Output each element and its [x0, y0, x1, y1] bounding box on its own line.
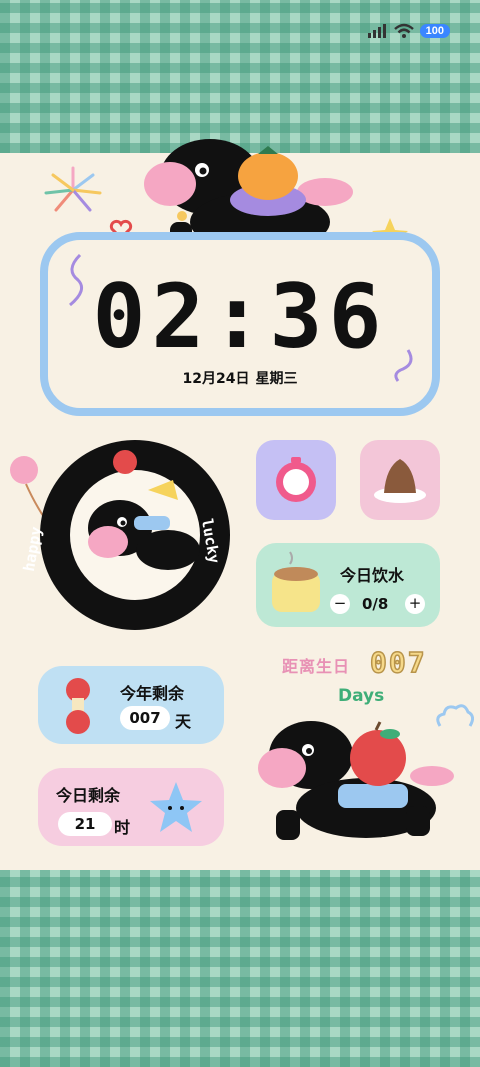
clock-hours: 02 — [92, 265, 211, 368]
signal-bars-icon — [367, 24, 388, 38]
clock-date: 12月24日 星期三 — [0, 368, 480, 388]
plaid-background-bottom — [0, 870, 480, 1067]
year-remaining-title: 今年剩余 — [120, 684, 185, 703]
timer-icon — [276, 457, 316, 502]
status-bar: 100 — [367, 23, 450, 38]
smiling-star-icon — [150, 782, 202, 832]
clock-weekday: 星期三 — [255, 371, 298, 387]
battery-level: 100 — [419, 24, 450, 38]
clock-minutes: 36 — [269, 265, 388, 368]
horse-apple-illustration — [258, 721, 454, 840]
coffee-cup-icon — [272, 551, 320, 612]
clock-date-text: 12月24日 — [182, 371, 250, 387]
water-count: 0/8 — [362, 595, 389, 613]
fireworks-icon — [44, 166, 102, 212]
birthday-unit: Days — [338, 686, 385, 706]
day-remaining-value: 21 — [58, 812, 112, 836]
horse-party-illustration — [88, 450, 200, 570]
year-remaining-unit: 天 — [175, 712, 192, 731]
clock-time: 02:36 — [0, 272, 480, 362]
water-title: 今日饮水 — [340, 566, 405, 585]
birthday-countdown: 007 — [369, 645, 427, 680]
wifi-icon — [393, 23, 414, 38]
year-remaining-value: 007 — [120, 706, 170, 730]
birthday-label: 距离生日 — [282, 657, 351, 676]
cake-icon — [374, 459, 426, 503]
day-remaining-title: 今日剩余 — [56, 786, 121, 805]
day-remaining-unit: 时 — [114, 818, 131, 837]
water-increment-button[interactable]: + — [405, 594, 425, 614]
water-decrement-button[interactable]: − — [330, 594, 350, 614]
clock-separator: : — [210, 265, 270, 368]
apple-core-icon — [66, 678, 90, 734]
